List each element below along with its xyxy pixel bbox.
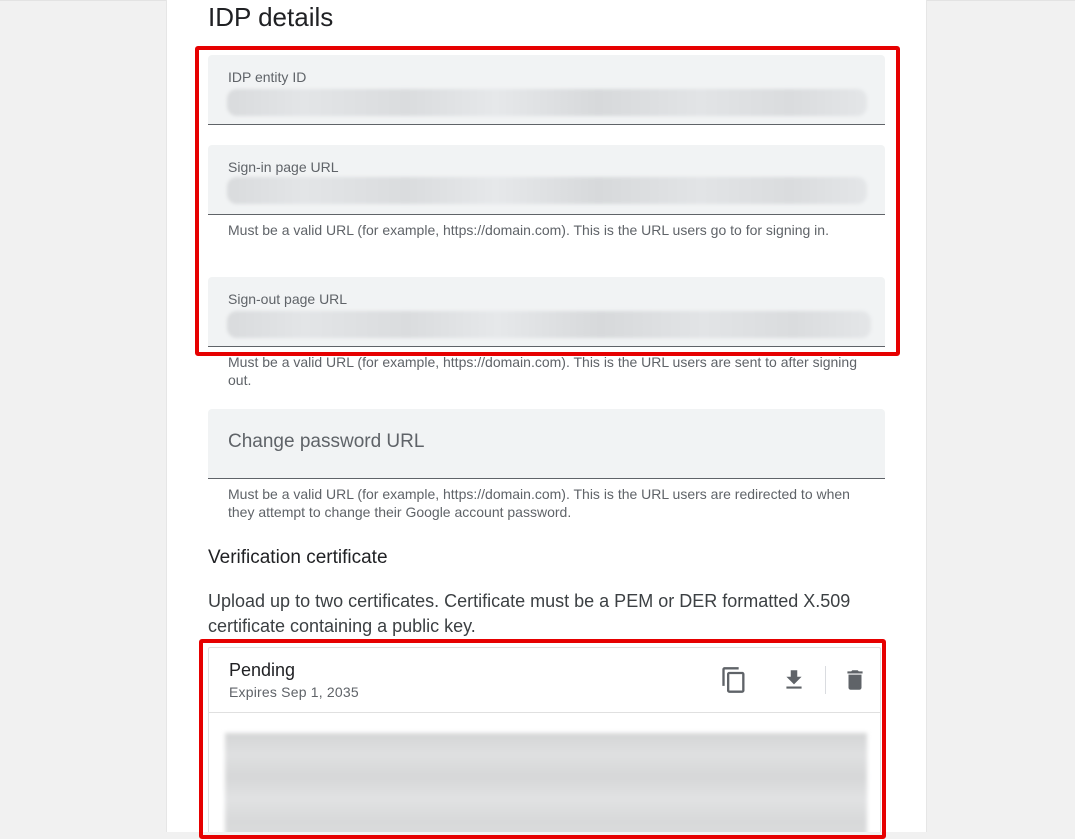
signout-url-value-redacted	[227, 311, 871, 338]
actions-divider	[825, 666, 826, 694]
verification-certificate-heading: Verification certificate	[208, 547, 388, 568]
delete-button[interactable]	[837, 662, 873, 698]
download-icon	[786, 670, 802, 689]
certificate-content-redacted	[225, 733, 867, 832]
delete-icon	[847, 670, 863, 690]
signout-url-field[interactable]: Sign-out page URL	[208, 277, 885, 347]
signin-url-value-redacted	[227, 177, 867, 204]
signin-url-label: Sign-in page URL	[228, 159, 339, 175]
signin-url-hint: Must be a valid URL (for example, https:…	[228, 222, 829, 238]
certificate-status: Pending	[229, 660, 296, 680]
download-button[interactable]	[776, 662, 812, 698]
idp-entity-id-value-redacted	[227, 89, 867, 116]
signin-url-field[interactable]: Sign-in page URL	[208, 145, 885, 215]
certificate-card-separator	[209, 712, 880, 713]
copy-icon	[722, 667, 745, 693]
idp-details-panel: IDP details IDP entity ID Sign-in page U…	[166, 0, 927, 832]
change-password-url-field[interactable]: Change password URL	[208, 409, 885, 479]
copy-button[interactable]	[716, 662, 752, 698]
change-password-url-placeholder: Change password URL	[228, 431, 425, 452]
idp-entity-id-label: IDP entity ID	[228, 69, 307, 85]
change-password-url-hint: Must be a valid URL (for example, https:…	[228, 486, 850, 520]
verification-certificate-description: Upload up to two certificates. Certifica…	[208, 591, 851, 636]
idp-entity-id-field[interactable]: IDP entity ID	[208, 55, 885, 125]
signout-url-label: Sign-out page URL	[228, 291, 348, 307]
certificate-expiry: Expires Sep 1, 2035	[229, 684, 359, 700]
signout-url-hint: Must be a valid URL (for example, https:…	[228, 354, 857, 388]
page-title: IDP details	[208, 2, 334, 32]
certificate-card: Pending Expires Sep 1, 2035	[208, 647, 881, 832]
